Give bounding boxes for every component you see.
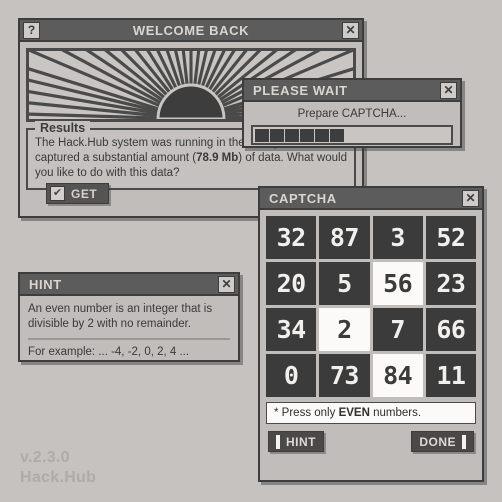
captcha-cell-2[interactable]: 2 xyxy=(319,308,370,351)
captcha-number-grid: 32 87 3 52 20 5 56 23 34 2 7 66 0 73 84 11 xyxy=(260,210,482,402)
wait-title: PLEASE WAIT xyxy=(253,82,348,98)
captcha-cell-0[interactable]: 0 xyxy=(266,354,317,397)
wait-message: Prepare CAPTCHA... xyxy=(297,108,407,120)
hint-body: An even number is an integer that is div… xyxy=(20,296,238,360)
captcha-cell-23[interactable]: 23 xyxy=(425,262,476,305)
hint-line-1: An even number is an integer that is xyxy=(28,303,213,315)
please-wait-window: PLEASE WAIT ✕ Prepare CAPTCHA... xyxy=(242,78,462,148)
captcha-cell-11[interactable]: 11 xyxy=(425,354,476,397)
captcha-cell-20[interactable]: 20 xyxy=(266,262,317,305)
captcha-cell-34[interactable]: 34 xyxy=(266,308,317,351)
results-legend: Results xyxy=(35,121,91,135)
hint-line-2: divisible by 2 with no remainder. xyxy=(28,318,191,330)
results-line-2-pre: captured a substantial amount ( xyxy=(35,152,197,164)
close-icon[interactable]: ✕ xyxy=(440,81,457,99)
captcha-cell-87[interactable]: 87 xyxy=(319,216,370,259)
progress-block xyxy=(285,128,299,142)
captcha-titlebar: CAPTCHA ✕ xyxy=(260,188,482,210)
hint-divider xyxy=(28,338,230,340)
results-line-3: you like to do with this data? xyxy=(35,167,180,179)
version-label: v.2.3.0 xyxy=(20,449,70,466)
hint-button[interactable]: HINT xyxy=(268,431,324,452)
captcha-cell-56[interactable]: 56 xyxy=(372,262,423,305)
captcha-window: CAPTCHA ✕ 32 87 3 52 20 5 56 23 34 2 7 66 0 73 84 11 * … xyxy=(258,186,484,482)
accent-bar-icon xyxy=(276,434,280,449)
progress-block xyxy=(300,128,314,142)
hint-window: HINT ✕ An even number is an integer that… xyxy=(18,272,240,362)
wait-titlebar: PLEASE WAIT ✕ xyxy=(244,80,460,102)
instruction-pre: * Press only xyxy=(274,407,339,419)
get-button[interactable]: ✔ GET xyxy=(46,183,110,204)
hint-titlebar: HINT ✕ xyxy=(20,274,238,296)
captcha-title: CAPTCHA xyxy=(269,190,337,206)
data-size-value: 78.9 Mb xyxy=(196,152,239,164)
instruction-emphasis: EVEN xyxy=(338,407,370,419)
results-line-2: captured a substantial amount (78.9 Mb) … xyxy=(35,151,347,166)
close-icon[interactable]: ✕ xyxy=(462,189,479,207)
close-icon[interactable]: ✕ xyxy=(218,275,235,293)
hint-example: For example: ... -4, -2, 0, 2, 4 ... xyxy=(28,346,190,358)
hint-button-label: HINT xyxy=(286,434,316,449)
get-button-label: GET xyxy=(71,186,98,201)
captcha-cell-84[interactable]: 84 xyxy=(372,354,423,397)
progress-block xyxy=(330,128,344,142)
done-button-label: DONE xyxy=(419,434,456,449)
captcha-cell-66[interactable]: 66 xyxy=(425,308,476,351)
welcome-title: WELCOME BACK xyxy=(132,22,250,38)
accent-bar-icon xyxy=(462,434,466,449)
footer-branding: v.2.3.0 Hack.Hub xyxy=(20,448,96,488)
help-icon[interactable]: ? xyxy=(23,21,40,39)
captcha-cell-73[interactable]: 73 xyxy=(319,354,370,397)
captcha-cell-32[interactable]: 32 xyxy=(266,216,317,259)
captcha-instruction: * Press only EVEN numbers. xyxy=(266,402,476,424)
captcha-cell-52[interactable]: 52 xyxy=(425,216,476,259)
progress-block xyxy=(315,128,329,142)
check-icon: ✔ xyxy=(50,186,65,201)
captcha-button-row: HINT DONE xyxy=(260,424,482,452)
captcha-cell-3[interactable]: 3 xyxy=(372,216,423,259)
progress-block xyxy=(270,128,284,142)
progress-block xyxy=(255,128,269,142)
progress-bar xyxy=(251,125,453,145)
done-button[interactable]: DONE xyxy=(411,431,474,452)
captcha-cell-5[interactable]: 5 xyxy=(319,262,370,305)
instruction-post: numbers. xyxy=(369,407,422,419)
close-icon[interactable]: ✕ xyxy=(342,21,359,39)
captcha-cell-7[interactable]: 7 xyxy=(372,308,423,351)
hint-title: HINT xyxy=(29,276,62,292)
welcome-titlebar: ? WELCOME BACK ✕ xyxy=(20,20,362,42)
brand-label: Hack.Hub xyxy=(20,469,97,486)
results-line-2-post: ) of data. What would xyxy=(238,152,347,164)
